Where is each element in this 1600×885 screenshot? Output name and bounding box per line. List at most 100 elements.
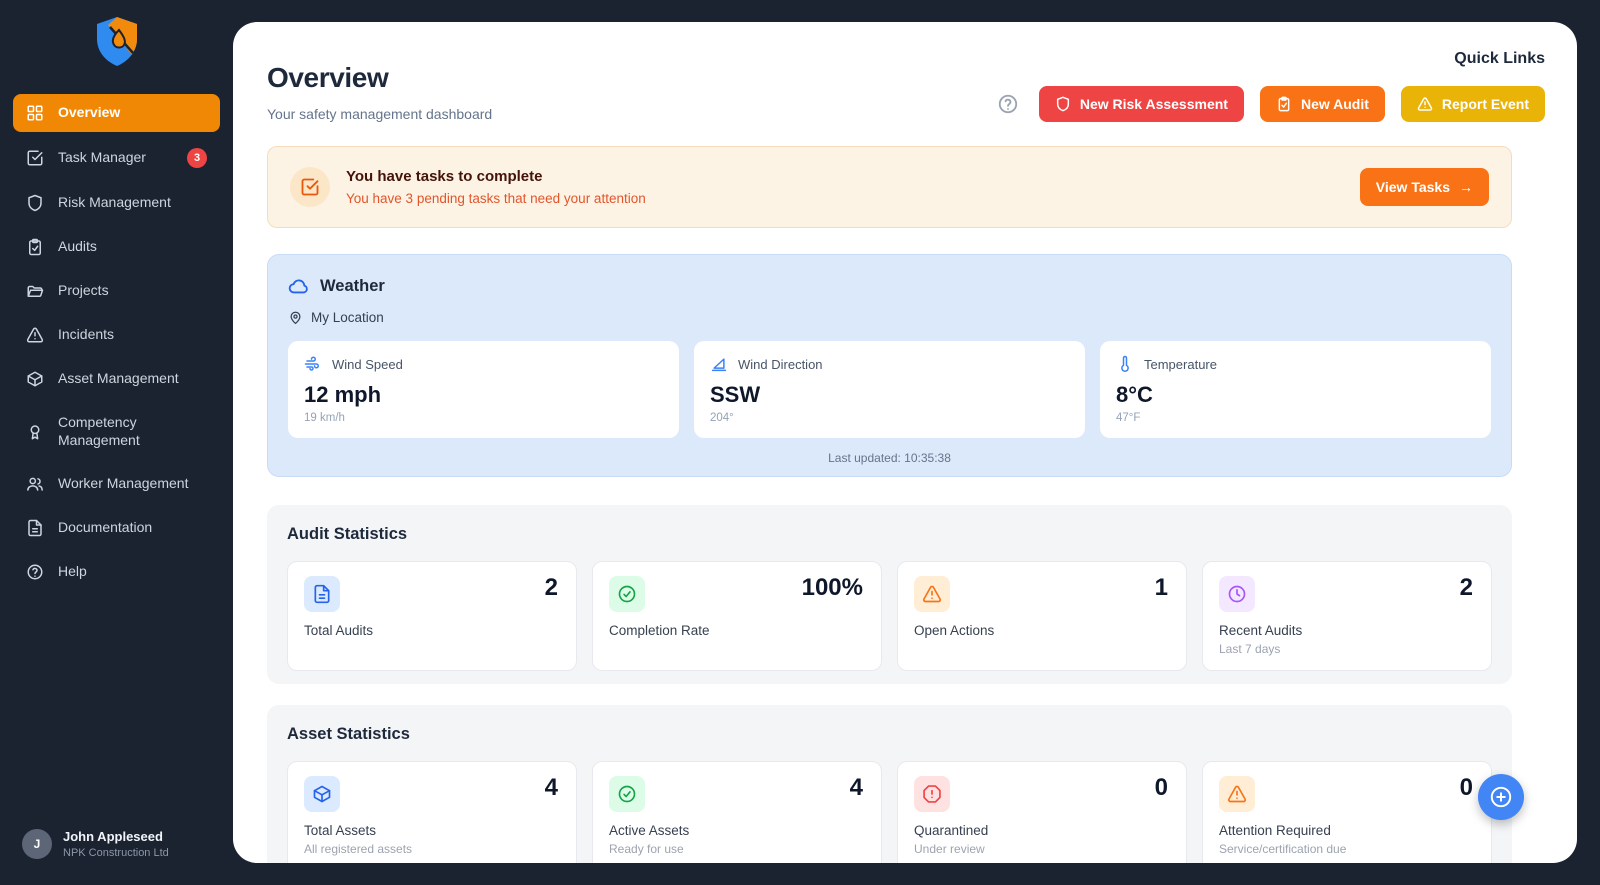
asset-statistics-section: Asset Statistics 4 Total Assets All regi… <box>267 705 1512 863</box>
weather-location: My Location <box>311 310 384 325</box>
active-assets-card: 4 Active Assets Ready for use <box>592 761 882 863</box>
stat-value: 4 <box>850 774 863 802</box>
shield-logo-icon <box>95 16 139 68</box>
new-audit-button[interactable]: New Audit <box>1260 86 1385 122</box>
sidebar-item-label: Audits <box>58 238 97 256</box>
attention-required-card: 0 Attention Required Service/certificati… <box>1202 761 1492 863</box>
file-text-icon <box>304 576 340 612</box>
sidebar-item-label: Competency Management <box>58 414 178 449</box>
sidebar-item-label: Help <box>58 563 87 581</box>
user-profile[interactable]: J John Appleseed NPK Construction Ltd <box>22 829 169 859</box>
page-subtitle: Your safety management dashboard <box>267 106 492 122</box>
wind-speed-sub: 19 km/h <box>304 412 663 424</box>
view-tasks-label: View Tasks <box>1376 179 1450 195</box>
plus-circle-icon <box>1488 784 1514 810</box>
sidebar-nav: Overview Task Manager 3 Risk Management … <box>0 68 233 591</box>
sidebar-item-projects[interactable]: Projects <box>13 272 220 310</box>
quick-links-title: Quick Links <box>997 50 1545 68</box>
clipboard-check-icon <box>26 238 44 256</box>
sidebar-item-overview[interactable]: Overview <box>13 94 220 132</box>
sidebar-item-task-manager[interactable]: Task Manager 3 <box>13 138 220 178</box>
total-assets-card: 4 Total Assets All registered assets <box>287 761 577 863</box>
weather-widget: Weather My Location Wind Speed 12 mph 19… <box>267 254 1512 477</box>
stat-value: 0 <box>1460 774 1473 802</box>
stat-value: 2 <box>1460 574 1473 602</box>
stat-value: 4 <box>545 774 558 802</box>
sidebar-item-audits[interactable]: Audits <box>13 228 220 266</box>
check-circle-icon <box>609 776 645 812</box>
clock-icon <box>1219 576 1255 612</box>
asset-statistics-title: Asset Statistics <box>287 725 1492 744</box>
wind-speed-card: Wind Speed 12 mph 19 km/h <box>288 341 679 438</box>
wind-direction-sub: 204° <box>710 412 1069 424</box>
map-pin-icon <box>288 310 303 325</box>
wind-direction-card: Wind Direction SSW 204° <box>694 341 1085 438</box>
alert-triangle-icon <box>26 326 44 344</box>
shield-icon <box>1055 96 1071 112</box>
completion-rate-card: 100% Completion Rate <box>592 561 882 671</box>
thermometer-icon <box>1116 355 1134 373</box>
arrow-right-icon: → <box>1459 179 1473 195</box>
total-audits-card: 2 Total Audits <box>287 561 577 671</box>
clipboard-check-icon <box>1276 96 1292 112</box>
sidebar-item-help[interactable]: Help <box>13 553 220 591</box>
wind-speed-label: Wind Speed <box>332 357 403 372</box>
check-circle-icon <box>609 576 645 612</box>
task-count-badge: 3 <box>187 148 207 168</box>
page-title: Overview <box>267 62 492 94</box>
button-label: New Audit <box>1301 96 1369 112</box>
wind-direction-value: SSW <box>710 382 1069 408</box>
stat-label: Total Assets <box>304 823 560 838</box>
temperature-sub: 47°F <box>1116 412 1475 424</box>
alert-triangle-icon <box>1417 96 1433 112</box>
new-risk-assessment-button[interactable]: New Risk Assessment <box>1039 86 1244 122</box>
alert-octagon-icon <box>914 776 950 812</box>
sidebar-item-label: Documentation <box>58 519 152 537</box>
task-banner-subtitle: You have 3 pending tasks that need your … <box>346 191 646 206</box>
stat-sublabel: All registered assets <box>304 842 560 856</box>
button-label: New Risk Assessment <box>1080 96 1228 112</box>
report-event-button[interactable]: Report Event <box>1401 86 1545 122</box>
audit-statistics-title: Audit Statistics <box>287 525 1492 544</box>
quarantined-card: 0 Quarantined Under review <box>897 761 1187 863</box>
sidebar-item-label: Task Manager <box>58 149 146 167</box>
view-tasks-button[interactable]: View Tasks → <box>1360 168 1489 206</box>
sidebar-item-label: Risk Management <box>58 194 171 212</box>
sidebar-item-asset-management[interactable]: Asset Management <box>13 360 220 398</box>
cloud-icon <box>288 275 310 297</box>
wind-direction-label: Wind Direction <box>738 357 823 372</box>
sidebar-item-label: Incidents <box>58 326 114 344</box>
sidebar-item-risk-management[interactable]: Risk Management <box>13 184 220 222</box>
avatar: J <box>22 829 52 859</box>
stat-value: 1 <box>1155 574 1168 602</box>
weather-last-updated: Last updated: 10:35:38 <box>288 451 1491 465</box>
stat-label: Completion Rate <box>609 623 865 638</box>
stat-label: Recent Audits <box>1219 623 1475 638</box>
folder-icon <box>26 282 44 300</box>
add-fab-button[interactable] <box>1478 774 1524 820</box>
sidebar-item-worker-management[interactable]: Worker Management <box>13 465 220 503</box>
help-icon[interactable] <box>997 93 1019 115</box>
sidebar-item-incidents[interactable]: Incidents <box>13 316 220 354</box>
alert-triangle-icon <box>1219 776 1255 812</box>
sidebar-item-documentation[interactable]: Documentation <box>13 509 220 547</box>
task-banner-title: You have tasks to complete <box>346 168 646 185</box>
check-square-icon <box>290 167 330 207</box>
user-company: NPK Construction Ltd <box>63 847 169 859</box>
sidebar: Overview Task Manager 3 Risk Management … <box>0 0 233 885</box>
quick-links: Quick Links New Risk Assessment New Audi… <box>997 50 1545 122</box>
grid-icon <box>26 104 44 122</box>
sidebar-item-label: Asset Management <box>58 370 179 388</box>
stat-label: Total Audits <box>304 623 560 638</box>
stat-label: Attention Required <box>1219 823 1475 838</box>
app-logo <box>0 0 233 68</box>
cube-icon <box>26 370 44 388</box>
audit-statistics-section: Audit Statistics 2 Total Audits 100% Com… <box>267 505 1512 684</box>
help-circle-icon <box>26 563 44 581</box>
wind-direction-icon <box>710 355 728 373</box>
stat-value: 0 <box>1155 774 1168 802</box>
sidebar-item-competency-management[interactable]: Competency Management <box>13 404 220 459</box>
sidebar-item-label: Worker Management <box>58 475 188 493</box>
main-panel: Overview Your safety management dashboar… <box>233 22 1577 863</box>
stat-value: 100% <box>802 574 863 602</box>
